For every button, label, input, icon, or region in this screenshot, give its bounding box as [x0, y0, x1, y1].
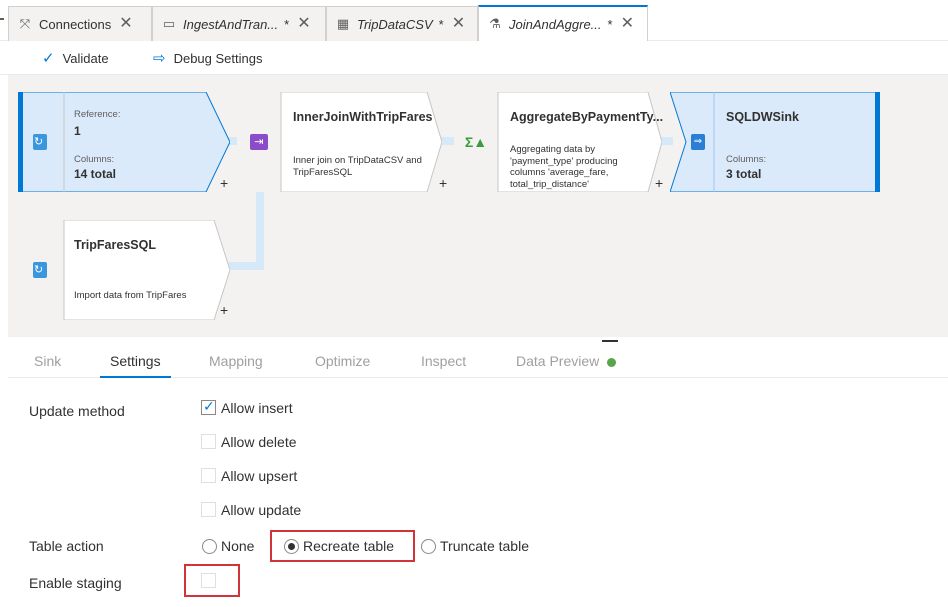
- close-icon[interactable]: ✕: [119, 16, 132, 32]
- update-method-label: Update method: [29, 403, 125, 419]
- join-description: Inner join on TripDataCSV and TripFaresS…: [293, 155, 422, 178]
- columns-value: 3 total: [726, 167, 761, 181]
- connector-line: [226, 262, 264, 270]
- tab-label: JoinAndAggre...: [509, 17, 602, 32]
- tab-trip-data-csv[interactable]: ▦ TripDataCSV * ✕: [326, 6, 478, 41]
- dataflow-canvas[interactable]: Reference: 1 Columns: 14 total + ⇥ Inner…: [8, 75, 948, 337]
- source2-description: Import data from TripFares: [74, 290, 186, 302]
- close-icon[interactable]: ✕: [297, 16, 310, 32]
- join-icon-column: ⇥: [237, 92, 281, 192]
- source-icon: [33, 134, 47, 150]
- table-action-none-radio[interactable]: [202, 539, 217, 554]
- columns-value: 14 total: [74, 167, 116, 181]
- debug-settings-label: Debug Settings: [174, 51, 263, 66]
- allow-insert-checkbox[interactable]: [201, 400, 216, 415]
- tab-connections[interactable]: ⤧ Connections ✕: [8, 6, 152, 41]
- table-action-label: Table action: [29, 538, 104, 554]
- unsaved-indicator: *: [608, 17, 613, 32]
- table-action-recreate-label: Recreate table: [303, 538, 394, 554]
- checkmark-icon: ✓: [42, 49, 55, 67]
- join-icon: ⇥: [250, 134, 268, 150]
- aggregate-node[interactable]: Σ▲ AggregateByPaymentTy... Aggregating d…: [454, 92, 662, 192]
- data-preview-label: Data Preview: [516, 353, 599, 369]
- join-node[interactable]: ⇥ InnerJoinWithTripFares Inner join on T…: [237, 92, 442, 192]
- connections-icon: ⤧: [17, 16, 33, 32]
- add-transformation-plus[interactable]: +: [439, 176, 447, 190]
- columns-label: Columns:: [726, 154, 766, 165]
- enable-staging-checkbox[interactable]: [201, 573, 216, 588]
- unsaved-indicator: *: [439, 17, 444, 32]
- tab-data-preview[interactable]: Data Preview: [516, 353, 616, 369]
- source-icon-column: [18, 220, 62, 320]
- reference-label: Reference:: [74, 109, 120, 120]
- enable-staging-label: Enable staging: [29, 575, 122, 591]
- source-icon-column: [18, 92, 62, 192]
- add-transformation-plus[interactable]: +: [220, 303, 228, 317]
- aggregate-sigma-icon: Σ▲: [465, 134, 487, 150]
- allow-delete-checkbox[interactable]: [201, 434, 216, 449]
- dataflow-toolbar: ✓ Validate ⇨ Debug Settings: [0, 41, 948, 75]
- add-transformation-plus[interactable]: +: [220, 176, 228, 190]
- tab-optimize[interactable]: Optimize: [315, 353, 370, 369]
- add-transformation-plus[interactable]: +: [655, 176, 663, 190]
- reference-value: 1: [74, 124, 81, 138]
- aggregate-icon-column: Σ▲: [454, 92, 498, 192]
- validate-button[interactable]: ✓ Validate: [42, 49, 109, 67]
- tab-settings[interactable]: Settings: [110, 353, 161, 369]
- tab-label: Connections: [39, 17, 111, 32]
- table-icon: ▦: [335, 16, 351, 32]
- table-action-none-label: None: [221, 538, 254, 554]
- allow-delete-label: Allow delete: [221, 434, 297, 450]
- allow-upsert-checkbox[interactable]: [201, 468, 216, 483]
- pipeline-icon: ▭: [161, 16, 177, 32]
- debug-settings-icon: ⇨: [153, 49, 166, 67]
- tab-sink[interactable]: Sink: [34, 353, 61, 369]
- tab-ingest-and-transform[interactable]: ▭ IngestAndTran... * ✕: [152, 6, 326, 41]
- allow-update-label: Allow update: [221, 502, 301, 518]
- dataflow-icon: ⚗: [487, 16, 503, 32]
- sink-node-sqldwsink[interactable]: ⇒ SQLDWSink Columns: 3 total: [670, 92, 880, 192]
- source2-title: TripFaresSQL: [74, 238, 156, 252]
- allow-upsert-label: Allow upsert: [221, 468, 297, 484]
- table-action-truncate-label: Truncate table: [440, 538, 529, 554]
- unsaved-indicator: *: [284, 17, 289, 32]
- connector-line: [256, 190, 264, 270]
- status-dot-icon: [607, 358, 616, 367]
- aggregate-title: AggregateByPaymentTy...: [510, 110, 663, 124]
- document-tab-bar: ⤧ Connections ✕ ▭ IngestAndTran... * ✕ ▦…: [0, 0, 948, 41]
- tab-mapping[interactable]: Mapping: [209, 353, 263, 369]
- source-icon: [33, 262, 47, 278]
- close-icon[interactable]: ✕: [621, 16, 634, 32]
- allow-insert-label: Allow insert: [221, 400, 293, 416]
- tab-label: TripDataCSV: [357, 17, 433, 32]
- source-node-tripdatacsv[interactable]: Reference: 1 Columns: 14 total: [18, 92, 230, 192]
- scroll-left-indicator[interactable]: [0, 18, 4, 20]
- tab-inspect[interactable]: Inspect: [421, 353, 466, 369]
- properties-tab-bar: Sink Settings Mapping Optimize Inspect D…: [8, 342, 948, 378]
- table-action-truncate-radio[interactable]: [421, 539, 436, 554]
- debug-settings-button[interactable]: ⇨ Debug Settings: [153, 49, 262, 67]
- join-title: InnerJoinWithTripFares: [293, 110, 433, 124]
- allow-update-checkbox[interactable]: [201, 502, 216, 517]
- sink-icon-column: ⇒: [676, 92, 720, 192]
- sink-icon: ⇒: [691, 134, 705, 150]
- sink-title: SQLDWSink: [726, 110, 799, 124]
- columns-label: Columns:: [74, 154, 114, 165]
- tab-join-and-aggregate[interactable]: ⚗ JoinAndAggre... * ✕: [478, 5, 648, 41]
- close-icon[interactable]: ✕: [452, 16, 465, 32]
- validate-label: Validate: [63, 51, 109, 66]
- tab-label: IngestAndTran...: [183, 17, 278, 32]
- source-node-tripfaressql[interactable]: TripFaresSQL Import data from TripFares: [18, 220, 230, 320]
- table-action-recreate-radio[interactable]: [284, 539, 299, 554]
- aggregate-description: Aggregating data by 'payment_type' produ…: [510, 144, 618, 190]
